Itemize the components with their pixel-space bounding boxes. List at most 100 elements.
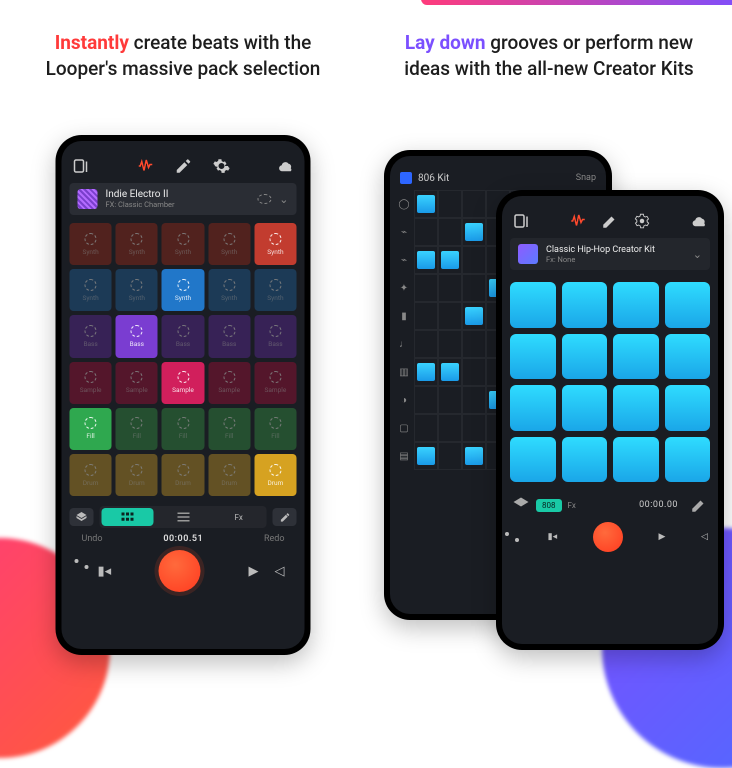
grid-view-button[interactable] <box>102 508 154 526</box>
loop-pad-synth[interactable]: Synth <box>208 223 250 265</box>
loop-pad-sample[interactable]: Sample <box>70 362 112 404</box>
waveform-icon[interactable] <box>136 157 154 175</box>
sequencer-cell[interactable] <box>462 190 486 218</box>
track-icon[interactable]: ▮ <box>394 302 414 330</box>
library-icon[interactable] <box>512 212 530 230</box>
sequencer-cell[interactable] <box>462 218 486 246</box>
creator-pad[interactable] <box>665 437 711 483</box>
sequencer-cell[interactable] <box>462 414 486 442</box>
layers-icon[interactable] <box>512 496 530 514</box>
loop-pad-fill[interactable]: Fill <box>162 408 204 450</box>
record-button[interactable] <box>159 550 201 592</box>
metronome-icon[interactable]: ◁ <box>701 532 708 542</box>
loop-pad-drum[interactable]: Drum <box>208 454 250 496</box>
sequencer-cell[interactable] <box>462 302 486 330</box>
skip-back-icon[interactable]: ▮◂ <box>548 532 557 542</box>
sequencer-cell[interactable] <box>414 386 438 414</box>
loop-pad-fill[interactable]: Fill <box>254 408 296 450</box>
pencil-icon[interactable] <box>601 212 619 230</box>
sequencer-cell[interactable] <box>414 218 438 246</box>
metronome-icon[interactable]: ◁ <box>275 564 285 579</box>
loop-pad-fill[interactable]: Fill <box>116 408 158 450</box>
track-icon[interactable]: ◯ <box>394 190 414 218</box>
cloud-upload-icon[interactable] <box>277 157 295 175</box>
sequencer-cell[interactable] <box>438 302 462 330</box>
waveform-icon[interactable] <box>569 212 587 230</box>
edit-icon[interactable] <box>690 496 708 514</box>
sequencer-cell[interactable] <box>414 414 438 442</box>
track-icon[interactable]: ✦ <box>394 274 414 302</box>
creator-pad[interactable] <box>613 334 659 380</box>
creator-pad[interactable] <box>510 385 556 431</box>
sequencer-cell[interactable] <box>414 358 438 386</box>
sequencer-cell[interactable] <box>462 386 486 414</box>
sequencer-cell[interactable] <box>438 190 462 218</box>
sequencer-cell[interactable] <box>414 274 438 302</box>
track-icon[interactable]: ◑ <box>394 386 414 414</box>
loop-pad-sample[interactable]: Sample <box>116 362 158 404</box>
chevron-down-icon[interactable]: ⌄ <box>693 248 702 261</box>
creator-pad[interactable] <box>510 437 556 483</box>
creator-pad[interactable] <box>562 437 608 483</box>
sequencer-cell[interactable] <box>414 302 438 330</box>
loop-pad-synth[interactable]: Synth <box>162 223 204 265</box>
sequencer-kit-title[interactable]: 806 Kit <box>400 172 449 184</box>
pencil-icon[interactable] <box>174 157 192 175</box>
edit-icon[interactable] <box>273 508 297 526</box>
loop-pad-synth[interactable]: Synth <box>70 223 112 265</box>
loop-pad-bass[interactable]: Bass <box>254 315 296 357</box>
list-view-button[interactable] <box>157 508 209 526</box>
sequencer-cell[interactable] <box>438 246 462 274</box>
sequencer-cell[interactable] <box>462 274 486 302</box>
loop-pad-drum[interactable]: Drum <box>254 454 296 496</box>
fx-button[interactable]: Fx <box>568 501 576 510</box>
loop-pad-synth[interactable]: Synth <box>254 223 296 265</box>
track-icon[interactable]: ⌁ <box>394 218 414 246</box>
play-icon[interactable]: ▶ <box>658 532 665 542</box>
sequencer-cell[interactable] <box>414 442 438 470</box>
redo-button[interactable]: Redo <box>264 534 285 544</box>
record-button[interactable] <box>593 522 623 552</box>
gear-icon[interactable] <box>633 212 651 230</box>
loop-pad-synth[interactable]: Synth <box>208 269 250 311</box>
track-icon[interactable]: ♩ <box>394 330 414 358</box>
creator-pad[interactable] <box>665 385 711 431</box>
loop-pad-synth[interactable]: Synth <box>162 269 204 311</box>
creator-pad[interactable] <box>613 385 659 431</box>
creator-pad[interactable] <box>665 282 711 328</box>
active-kit-label[interactable]: 808 <box>536 499 562 512</box>
gear-icon[interactable] <box>212 157 230 175</box>
track-icon[interactable]: ▢ <box>394 414 414 442</box>
sequencer-cell[interactable] <box>462 442 486 470</box>
snap-toggle[interactable]: Snap <box>576 173 596 183</box>
creator-pad[interactable] <box>510 282 556 328</box>
sequencer-cell[interactable] <box>414 190 438 218</box>
creator-pad[interactable] <box>665 334 711 380</box>
track-icon[interactable]: ▤ <box>394 442 414 470</box>
sequencer-cell[interactable] <box>414 246 438 274</box>
loop-pad-bass[interactable]: Bass <box>70 315 112 357</box>
sequencer-cell[interactable] <box>438 274 462 302</box>
sequencer-cell[interactable] <box>438 330 462 358</box>
sequencer-cell[interactable] <box>438 386 462 414</box>
undo-button[interactable]: Undo <box>82 534 103 544</box>
loop-pad-drum[interactable]: Drum <box>116 454 158 496</box>
loop-pad-fill[interactable]: Fill <box>70 408 112 450</box>
loop-pad-drum[interactable]: Drum <box>70 454 112 496</box>
creator-pad[interactable] <box>510 334 556 380</box>
creator-pad[interactable] <box>613 437 659 483</box>
sequencer-cell[interactable] <box>462 246 486 274</box>
loop-pad-sample[interactable]: Sample <box>162 362 204 404</box>
creator-pack-header[interactable]: Classic Hip-Hop Creator Kit Fx: None ⌄ <box>510 238 710 270</box>
track-icon[interactable]: ⌁ <box>394 246 414 274</box>
track-icon[interactable]: ▥ <box>394 358 414 386</box>
sequencer-cell[interactable] <box>462 330 486 358</box>
sequencer-cell[interactable] <box>438 414 462 442</box>
loop-pad-synth[interactable]: Synth <box>116 269 158 311</box>
sequencer-cell[interactable] <box>462 358 486 386</box>
library-icon[interactable] <box>72 157 90 175</box>
layers-icon[interactable] <box>70 508 94 526</box>
loop-pad-sample[interactable]: Sample <box>208 362 250 404</box>
cloud-upload-icon[interactable] <box>690 212 708 230</box>
loop-pad-synth[interactable]: Synth <box>116 223 158 265</box>
